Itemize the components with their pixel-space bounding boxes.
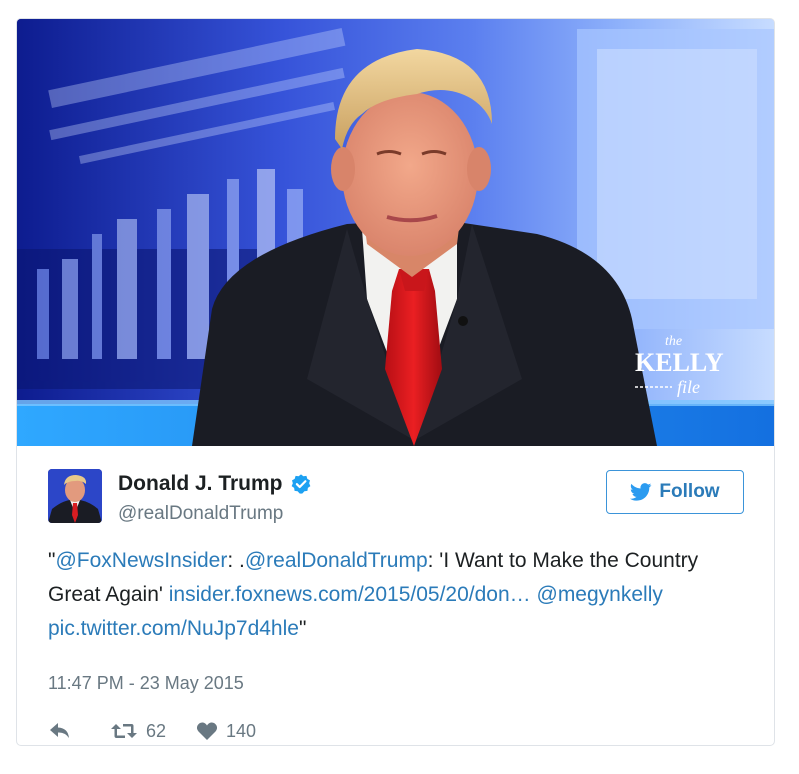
author-handle[interactable]: @realDonaldTrump [118,503,283,525]
avatar[interactable] [48,469,102,523]
like-button[interactable]: 140 [196,721,256,742]
tweet-segment-10: " [298,617,307,640]
watermark-small-text: the [665,334,682,349]
tweet-timestamp[interactable]: 11:47 PM - 23 May 2015 [48,673,244,694]
tweet-actions: 62 140 [48,716,256,745]
mention-foxnewsinsider-link[interactable]: @FoxNewsInsider [55,549,227,572]
author-name[interactable]: Donald J. Trump [118,472,283,496]
watermark-main-text: KELLY [635,348,724,377]
verified-badge-icon [291,474,310,494]
photo-illustration: the KELLY file [17,19,774,446]
follow-button-label: Follow [659,481,720,502]
follow-button[interactable]: Follow [606,470,744,514]
tweet-text: "@FoxNewsInsider: .@realDonaldTrump: 'I … [48,544,748,646]
like-count: 140 [226,720,257,741]
retweet-count: 62 [146,720,167,741]
mention-realdonaldtrump-link[interactable]: @realDonaldTrump [245,549,428,572]
retweet-button[interactable]: 62 [110,721,166,742]
tweet-card: the KELLY file Donald J. Trump @realDona… [16,18,775,746]
author-name-row: Donald J. Trump [118,472,312,496]
reply-button[interactable] [48,721,80,741]
reply-icon [50,723,69,738]
tweet-segment-2: : . [227,549,245,572]
pic-twitter-link[interactable]: pic.twitter.com/NuJp7d4hle [48,617,299,640]
retweet-icon [111,724,137,738]
twitter-bird-icon [630,483,652,501]
mention-megynkelly-link[interactable]: @megynkelly [537,583,663,606]
article-url-link[interactable]: insider.foxnews.com/2015/05/20/don… [169,583,531,606]
avatar-image [48,469,102,523]
watermark-sub-text: file [677,377,700,397]
heart-icon [196,722,218,740]
tweet-media-photo[interactable]: the KELLY file [17,19,774,446]
tweet-body: Donald J. Trump @realDonaldTrump Follow … [17,446,774,745]
